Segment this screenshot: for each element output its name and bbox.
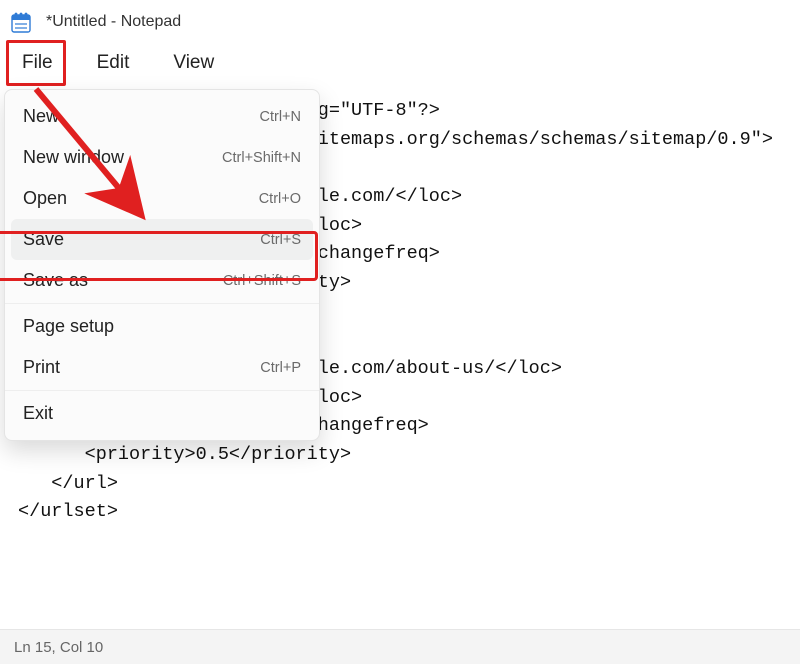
file-menu-open-shortcut: Ctrl+O	[259, 191, 301, 207]
file-menu-new-label: New	[23, 106, 59, 127]
file-menu-page-setup[interactable]: Page setup	[5, 306, 319, 347]
file-menu-print-label: Print	[23, 357, 60, 378]
editor-area: <?xml version="1.0" encoding="UTF-8"?> <…	[0, 88, 800, 649]
menu-bar: File Edit View	[0, 44, 800, 88]
file-menu-save-as[interactable]: Save as Ctrl+Shift+S	[5, 260, 319, 301]
file-menu-print-shortcut: Ctrl+P	[260, 360, 301, 376]
file-menu-exit[interactable]: Exit	[5, 393, 319, 434]
menu-separator	[5, 390, 319, 391]
file-menu-open-label: Open	[23, 188, 67, 209]
file-menu-exit-label: Exit	[23, 403, 53, 424]
file-menu-new-shortcut: Ctrl+N	[260, 109, 302, 125]
menu-separator	[5, 303, 319, 304]
menu-file-label: File	[22, 52, 53, 73]
cursor-position: Ln 15, Col 10	[14, 639, 103, 656]
file-menu-print[interactable]: Print Ctrl+P	[5, 347, 319, 388]
notepad-icon	[10, 11, 32, 33]
file-menu-new-window[interactable]: New window Ctrl+Shift+N	[5, 137, 319, 178]
file-menu-new[interactable]: New Ctrl+N	[5, 96, 319, 137]
file-menu-save-as-label: Save as	[23, 270, 88, 291]
file-menu-save-label: Save	[23, 229, 64, 250]
file-menu-save-as-shortcut: Ctrl+Shift+S	[223, 273, 301, 289]
status-bar: Ln 15, Col 10	[0, 629, 800, 664]
menu-file[interactable]: File	[14, 48, 61, 78]
menu-edit[interactable]: Edit	[89, 48, 138, 78]
menu-view-label: View	[173, 52, 214, 73]
menu-view[interactable]: View	[165, 48, 222, 78]
file-menu-new-window-shortcut: Ctrl+Shift+N	[222, 150, 301, 166]
file-menu-dropdown: New Ctrl+N New window Ctrl+Shift+N Open …	[4, 89, 320, 441]
file-menu-open[interactable]: Open Ctrl+O	[5, 178, 319, 219]
menu-edit-label: Edit	[97, 52, 130, 73]
window-title: *Untitled - Notepad	[46, 13, 181, 31]
file-menu-save[interactable]: Save Ctrl+S	[11, 219, 313, 260]
title-bar: *Untitled - Notepad	[0, 0, 800, 44]
file-menu-page-setup-label: Page setup	[23, 316, 114, 337]
file-menu-new-window-label: New window	[23, 147, 124, 168]
file-menu-save-shortcut: Ctrl+S	[260, 232, 301, 248]
